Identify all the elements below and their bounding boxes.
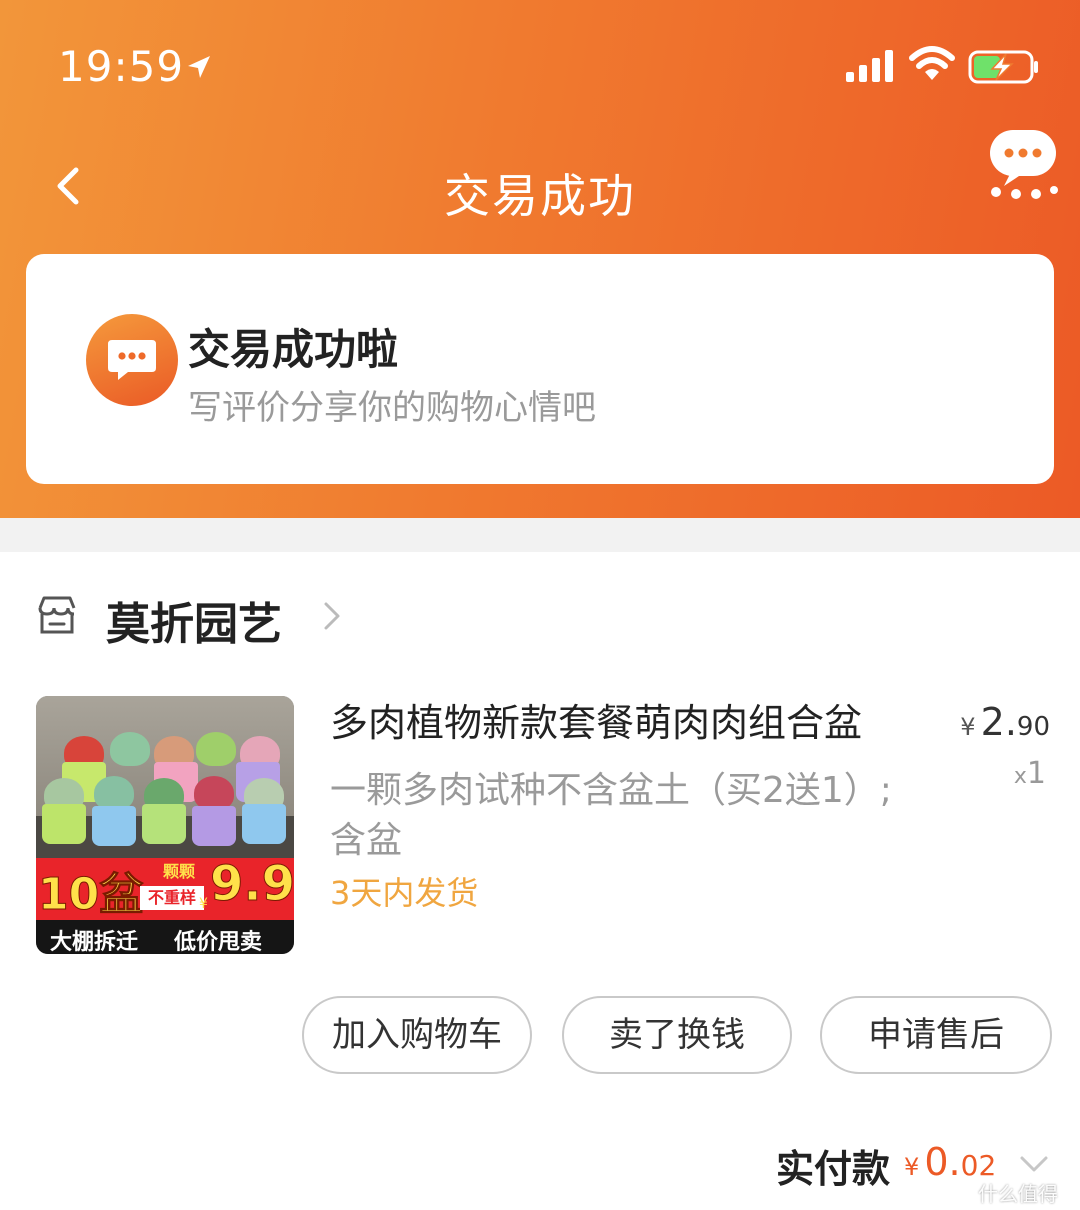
thumb-tag-bottom: 不重样 xyxy=(140,886,204,910)
quantity-prefix: x xyxy=(1013,764,1027,789)
cellular-signal-icon xyxy=(846,50,893,82)
add-to-cart-button[interactable]: 加入购物车 xyxy=(302,996,532,1074)
after-sales-button[interactable]: 申请售后 xyxy=(820,996,1052,1074)
pot-icon xyxy=(192,806,236,846)
svg-text:值: 值 xyxy=(955,1183,968,1199)
price-symbol: ¥ xyxy=(960,713,976,741)
thumb-big-text: 10盆 xyxy=(37,869,144,921)
section-divider xyxy=(0,518,1080,552)
succulent-icon xyxy=(110,732,150,766)
status-bar: 19:59 xyxy=(0,0,1080,130)
watermark: 值 什么值得买 xyxy=(950,1176,1076,1206)
quantity-value: 1 xyxy=(1026,756,1046,791)
chat-bubble-icon xyxy=(108,340,156,380)
thumb-price-symbol: ¥ xyxy=(199,896,208,912)
thumb-bottom-right: 低价甩卖 xyxy=(174,930,263,954)
pot-icon xyxy=(142,804,186,844)
product-price: ¥ 2.90 xyxy=(940,700,1050,744)
product-thumbnail[interactable]: 10盆 颗颗 不重样 ¥ 9.9 大棚拆迁 低价甩卖 xyxy=(36,696,294,954)
pot-icon xyxy=(42,804,86,844)
payment-label: 实付款 xyxy=(776,1147,891,1191)
shipping-note: 3天内发货 xyxy=(330,874,479,912)
product-sku: 一颗多肉试种不含盆土（买2送1）;含盆 xyxy=(330,770,892,861)
success-badge xyxy=(86,314,178,406)
chevron-down-icon[interactable] xyxy=(1018,1154,1050,1174)
status-time: 19:59 xyxy=(58,42,185,91)
success-subtitle: 写评价分享你的购物心情吧 xyxy=(188,388,596,428)
thumb-bottom-left: 大棚拆迁 xyxy=(50,930,139,954)
success-card[interactable]: 交易成功啦 写评价分享你的购物心情吧 xyxy=(26,254,1054,484)
price-decimal: 90 xyxy=(1016,712,1050,742)
thumb-price: 9.9 xyxy=(209,856,294,913)
success-title: 交易成功啦 xyxy=(188,325,399,374)
watermark-logo-icon: 值 xyxy=(951,1179,973,1201)
payment-symbol: ¥ xyxy=(904,1153,920,1181)
store-row[interactable]: 莫折园艺 xyxy=(0,560,1080,670)
succulent-icon xyxy=(194,776,234,810)
succulent-icon xyxy=(196,732,236,766)
store-name[interactable]: 莫折园艺 xyxy=(106,588,282,652)
sell-for-cash-button[interactable]: 卖了换钱 xyxy=(562,996,792,1074)
page-title: 交易成功 xyxy=(444,169,636,223)
chevron-right-icon xyxy=(324,602,340,630)
pot-icon xyxy=(92,806,136,846)
store-icon xyxy=(38,596,76,634)
payment-row[interactable]: 实付款 ¥ 0.02 xyxy=(0,1130,1080,1200)
product-quantity: x1 xyxy=(940,756,1046,791)
product-title[interactable]: 多肉植物新款套餐萌肉肉组合盆 xyxy=(330,700,920,746)
thumb-tag-top: 颗颗 xyxy=(148,860,210,884)
wifi-icon xyxy=(909,46,955,80)
chat-bubble-icon[interactable] xyxy=(984,126,1062,200)
watermark-text: 什么值得买 xyxy=(978,1182,1058,1206)
location-arrow-icon xyxy=(188,56,210,78)
battery-charging-icon xyxy=(968,50,1038,84)
succulent-icon xyxy=(94,776,134,810)
pot-icon xyxy=(242,804,286,844)
price-integer: 2. xyxy=(980,700,1017,744)
